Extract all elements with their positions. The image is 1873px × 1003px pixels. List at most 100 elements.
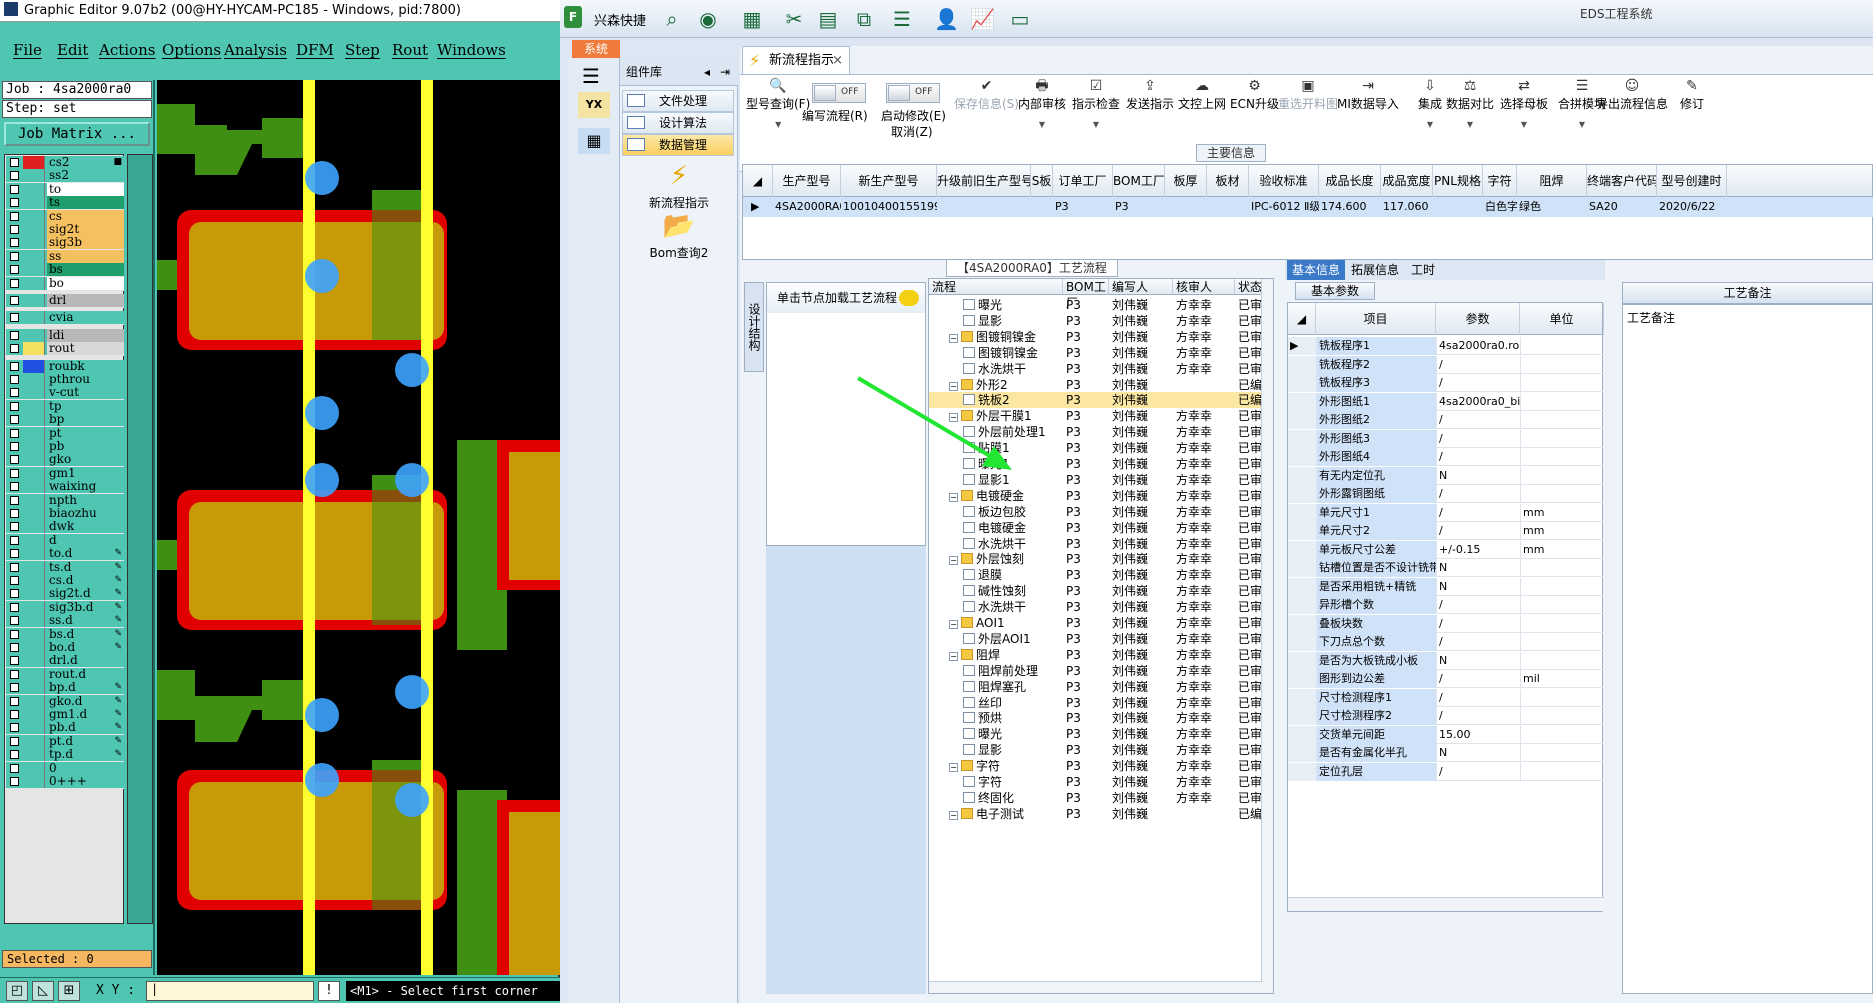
ribbon-button[interactable]: ⚖ 数据对比 ▼ xyxy=(1446,77,1494,129)
layer-color-swatch[interactable] xyxy=(23,533,45,547)
layer-color-swatch[interactable] xyxy=(23,507,45,520)
yx-module-icon[interactable]: YX xyxy=(578,92,610,118)
flow-row[interactable]: 显影 P3 刘伟巍 方幸幸 已审核 xyxy=(929,313,1273,329)
layer-color-swatch[interactable] xyxy=(23,426,45,440)
layer-color-swatch[interactable] xyxy=(23,196,45,210)
layer-color-swatch[interactable] xyxy=(23,761,45,775)
flow-row[interactable]: 曝光 P3 刘伟巍 方幸幸 已审核 xyxy=(929,726,1273,742)
flow-node[interactable]: − AOI1 xyxy=(949,615,1061,631)
calendar-icon[interactable]: ▦ xyxy=(578,128,610,154)
layer-checkbox[interactable] xyxy=(10,251,19,261)
column-header[interactable]: S板 xyxy=(1031,165,1053,197)
flow-row[interactable]: 预烘 P3 刘伟巍 方幸幸 已审核 xyxy=(929,710,1273,726)
param-row[interactable]: 外形图纸4/ xyxy=(1288,448,1604,466)
ribbon-button[interactable]: ▣ 重选开料图 xyxy=(1278,77,1338,112)
column-header[interactable]: 成品宽度 xyxy=(1381,165,1433,197)
layer-checkbox[interactable] xyxy=(10,415,19,425)
flow-node[interactable]: 碱性蚀刻 xyxy=(963,583,1061,599)
layer-checkbox[interactable] xyxy=(10,602,19,612)
layer-item[interactable]: tp.d ✎ xyxy=(6,748,124,763)
collapse-icon[interactable]: − xyxy=(949,333,958,343)
layer-checkbox[interactable] xyxy=(10,683,19,693)
layer-checkbox[interactable] xyxy=(10,265,19,275)
layer-item[interactable]: bp xyxy=(6,413,124,428)
layer-checkbox[interactable] xyxy=(10,361,19,371)
flow-node[interactable]: 曝光 xyxy=(963,726,1061,742)
flow-row[interactable]: 水洗烘干 P3 刘伟巍 方幸幸 已审核 xyxy=(929,599,1273,615)
copy-icon[interactable]: ⧉ xyxy=(852,7,876,31)
param-value[interactable]: 4sa2000ra0_bi... xyxy=(1436,392,1520,411)
params-column-header[interactable]: 项目 xyxy=(1316,303,1436,335)
column-header[interactable]: BOM工厂 xyxy=(1113,165,1165,197)
layer-checkbox[interactable] xyxy=(10,522,19,532)
collapse-icon[interactable]: − xyxy=(949,620,958,629)
param-row[interactable]: 下刀点总个数 / xyxy=(1288,633,1604,651)
flow-node[interactable]: − 图镀铜镍金 xyxy=(949,329,1061,345)
layer-color-swatch[interactable] xyxy=(23,276,45,290)
column-header[interactable]: 板厚 xyxy=(1165,165,1207,197)
layer-checkbox[interactable] xyxy=(10,723,19,733)
layer-color-swatch[interactable] xyxy=(23,311,45,325)
layer-checkbox[interactable] xyxy=(10,225,19,234)
layer-checkbox[interactable] xyxy=(10,455,19,465)
collapse-icon[interactable]: − xyxy=(949,492,958,502)
flow-node[interactable]: − 外层蚀刻 xyxy=(949,551,1061,567)
layer-color-swatch[interactable] xyxy=(23,694,45,708)
layer-color-swatch[interactable] xyxy=(23,667,45,681)
layer-checkbox[interactable] xyxy=(10,736,19,746)
flow-row[interactable]: 显影1 P3 刘伟巍 方幸幸 已审核 xyxy=(929,472,1273,488)
layer-color-swatch[interactable] xyxy=(23,775,45,788)
param-value[interactable]: N xyxy=(1436,577,1520,596)
layer-checkbox[interactable] xyxy=(10,171,19,181)
layer-checkbox[interactable] xyxy=(10,330,19,340)
param-value[interactable]: / xyxy=(1436,355,1520,374)
flow-row[interactable]: 字符 P3 刘伟巍 方幸幸 已审核 xyxy=(929,774,1273,790)
layer-item[interactable]: v-cut xyxy=(6,386,124,401)
layer-item[interactable]: tp xyxy=(6,399,124,414)
column-header[interactable]: 生产型号 xyxy=(773,165,841,197)
flow-node[interactable]: 外层AOI1 xyxy=(963,631,1061,647)
layer-color-swatch[interactable] xyxy=(23,182,45,196)
flow-row[interactable]: 阻焊塞孔 P3 刘伟巍 方幸幸 已审核 xyxy=(929,679,1273,695)
scissors-icon[interactable]: ✂ xyxy=(782,7,806,31)
layer-checkbox[interactable] xyxy=(10,238,19,248)
layer-checkbox[interactable] xyxy=(10,428,19,438)
layer-item[interactable]: to xyxy=(6,182,124,197)
column-header[interactable]: 字符 xyxy=(1483,165,1517,197)
menu-options[interactable]: Options xyxy=(162,41,221,59)
layer-checkbox[interactable] xyxy=(10,750,19,760)
params-column-header[interactable]: 单位 xyxy=(1520,303,1604,335)
job-matrix-button[interactable]: Job Matrix ... xyxy=(4,122,150,146)
dock-icon[interactable]: ⇥ xyxy=(720,58,730,86)
param-row[interactable]: 图形到边公差 / mil xyxy=(1288,670,1604,688)
layer-checkbox[interactable] xyxy=(10,198,19,208)
layer-color-swatch[interactable] xyxy=(23,493,45,507)
flow-row[interactable]: − 电子测试 P3 刘伟巍 已编写 xyxy=(929,806,1273,822)
layer-checkbox[interactable] xyxy=(10,509,19,518)
flow-node[interactable]: 退膜 xyxy=(963,567,1061,583)
tab-extended-info[interactable]: 拓展信息 xyxy=(1351,260,1399,280)
bom-query-item[interactable]: 📂 Bom查询2 xyxy=(620,212,738,261)
layer-checkbox[interactable] xyxy=(10,344,19,354)
flow-column-header[interactable]: 核审人 xyxy=(1173,279,1235,295)
flow-row[interactable]: 阻焊前处理 P3 刘伟巍 方幸幸 已审核 xyxy=(929,663,1273,679)
layer-color-swatch[interactable] xyxy=(23,654,45,668)
flow-row[interactable]: 贴膜1 P3 刘伟巍 方幸幸 已审核 xyxy=(929,440,1273,456)
layer-color-swatch[interactable] xyxy=(23,614,45,628)
layer-checkbox[interactable] xyxy=(10,616,19,626)
menu-windows[interactable]: Windows xyxy=(437,41,506,59)
collapse-icon[interactable]: − xyxy=(949,381,958,391)
layer-color-swatch[interactable] xyxy=(23,560,45,574)
param-row[interactable]: 单元板尺寸公差 +/-0.15 mm xyxy=(1288,540,1604,559)
close-icon[interactable]: × xyxy=(832,47,843,74)
remark-panel[interactable]: 工艺备注 xyxy=(1622,304,1873,994)
layer-checkbox[interactable] xyxy=(10,656,19,666)
menu-file[interactable]: File xyxy=(13,41,42,59)
param-value[interactable]: / xyxy=(1436,522,1520,540)
column-header[interactable]: 阻焊 xyxy=(1517,165,1587,197)
layer-checkbox[interactable] xyxy=(10,313,19,323)
ribbon-button[interactable]: ☁ 文控上网 xyxy=(1178,77,1226,112)
layer-color-swatch[interactable] xyxy=(23,480,45,494)
flow-node[interactable]: 外层前处理1 xyxy=(963,424,1061,440)
ribbon-button[interactable]: ⚙ ECN升级 xyxy=(1230,77,1279,112)
